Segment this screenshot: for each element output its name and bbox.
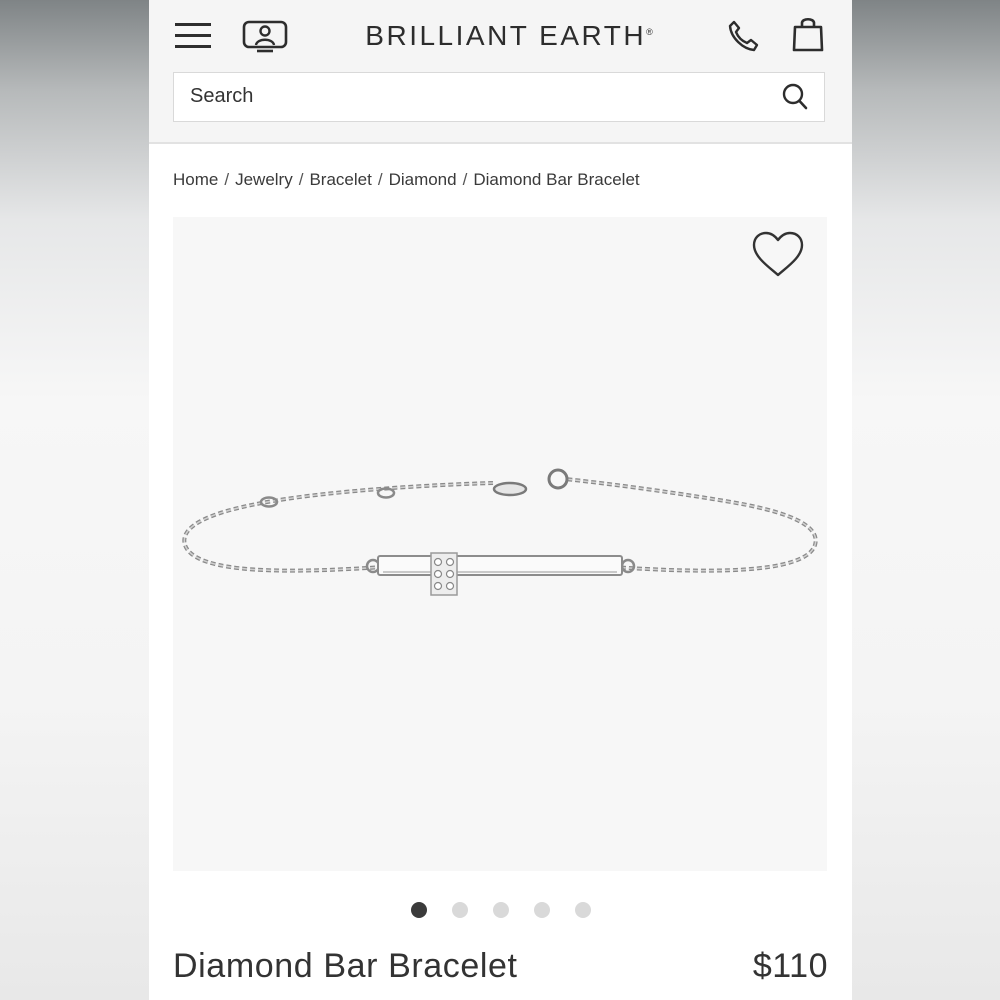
breadcrumb-jewelry[interactable]: Jewelry bbox=[235, 170, 293, 189]
breadcrumb: Home / Jewelry / Bracelet / Diamond / Diamond Ba… bbox=[173, 170, 640, 194]
breadcrumb-separator: / bbox=[224, 170, 230, 189]
brand-name: BRILLIANT EARTH bbox=[365, 20, 647, 51]
gallery-dot-5[interactable] bbox=[574, 902, 591, 918]
heart-outline-icon[interactable] bbox=[749, 229, 807, 281]
bracelet-image bbox=[182, 468, 818, 596]
breadcrumb-diamond[interactable]: Diamond bbox=[389, 170, 457, 189]
gallery-dot-4[interactable] bbox=[533, 902, 550, 918]
breadcrumb-separator: / bbox=[377, 170, 383, 189]
breadcrumb-bracelet[interactable]: Bracelet bbox=[309, 170, 371, 189]
virtual-appointment-icon[interactable] bbox=[241, 16, 289, 56]
breadcrumb-separator: / bbox=[462, 170, 468, 189]
breadcrumb-separator: / bbox=[298, 170, 304, 189]
mobile-page: BRILLIANT EARTH® Home / Jewelry / Bracelet / D… bbox=[149, 0, 852, 1000]
product-price: $110 bbox=[752, 947, 828, 985]
registered-mark: ® bbox=[646, 27, 653, 37]
phone-icon[interactable] bbox=[725, 18, 761, 54]
gallery-dot-1[interactable] bbox=[410, 902, 427, 918]
gallery-pagination bbox=[149, 902, 852, 922]
hamburger-menu-icon[interactable] bbox=[173, 18, 213, 54]
search-input[interactable] bbox=[190, 73, 750, 120]
gallery-dot-2[interactable] bbox=[451, 902, 468, 918]
breadcrumb-home[interactable]: Home bbox=[173, 170, 218, 189]
breadcrumb-current[interactable]: Diamond Bar Bracelet bbox=[473, 170, 639, 189]
shopping-bag-icon[interactable] bbox=[789, 14, 827, 54]
search-icon[interactable] bbox=[780, 82, 810, 112]
brand-logo[interactable]: BRILLIANT EARTH® bbox=[349, 16, 669, 56]
gallery-dot-3[interactable] bbox=[492, 902, 509, 918]
site-header: BRILLIANT EARTH® bbox=[149, 0, 852, 144]
search-bar[interactable] bbox=[173, 72, 825, 122]
product-image-gallery[interactable] bbox=[173, 217, 827, 871]
product-title: Diamond Bar Bracelet bbox=[173, 947, 518, 985]
